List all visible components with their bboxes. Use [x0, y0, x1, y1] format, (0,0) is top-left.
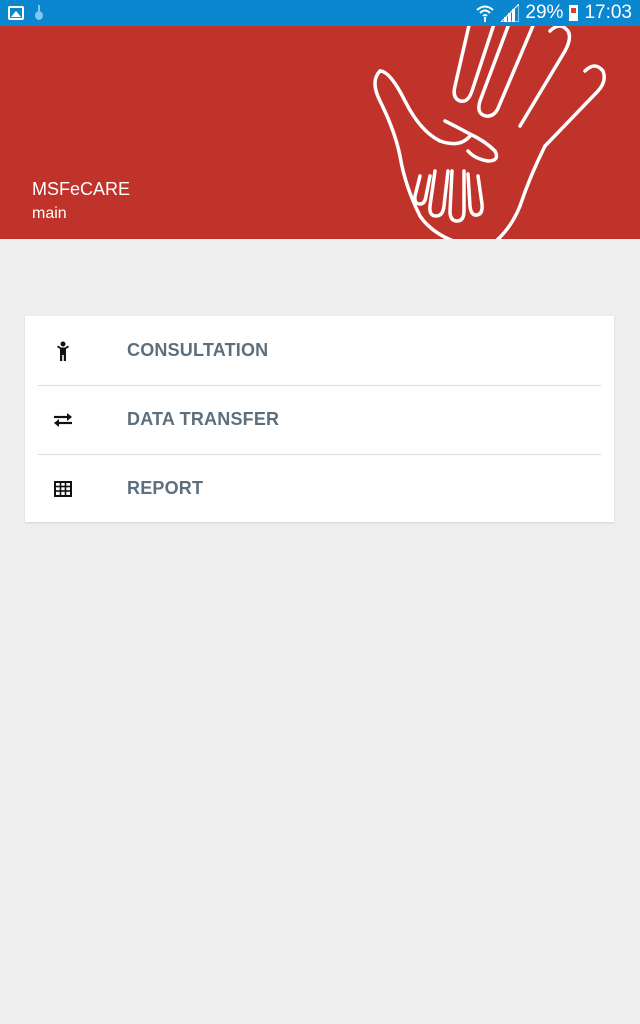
wifi-icon — [476, 5, 495, 22]
gallery-notification-icon — [8, 6, 24, 20]
app-title: MSFeCARE — [32, 179, 131, 199]
clock: 17:03 — [584, 2, 632, 23]
menu-item-report[interactable]: REPORT — [25, 454, 614, 523]
menu-item-consultation[interactable]: CONSULTATION — [25, 316, 614, 385]
child-icon — [50, 338, 76, 364]
table-icon — [50, 476, 76, 502]
battery-percent: 29% — [525, 2, 564, 23]
menu-item-label: DATA TRANSFER — [127, 409, 280, 429]
signal-icon — [501, 4, 520, 22]
status-notifications — [8, 5, 44, 21]
status-indicators: 29% 17:03 — [475, 0, 632, 26]
menu-item-data-transfer[interactable]: DATA TRANSFER — [25, 385, 614, 454]
menu-item-label: CONSULTATION — [127, 340, 269, 360]
status-bar: 29% 17:03 — [0, 0, 640, 26]
app-subtitle: main — [32, 205, 67, 222]
battery-icon — [569, 5, 579, 21]
menu-item-label: REPORT — [127, 478, 204, 498]
app-notification-icon — [34, 5, 44, 21]
swap-arrows-icon — [50, 407, 76, 433]
main-menu: CONSULTATION DATA TRANSFER REPORT — [25, 316, 614, 522]
hands-logo-icon — [373, 26, 606, 239]
app-header: MSFeCARE main — [0, 26, 640, 239]
